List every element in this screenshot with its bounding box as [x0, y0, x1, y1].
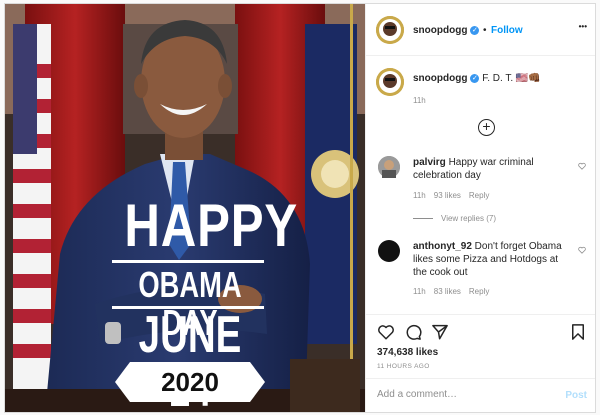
view-replies-label[interactable]: View replies (7): [441, 214, 496, 223]
caption-body: F. D. T. 🇺🇸👊🏾: [479, 73, 541, 84]
comment-reply-button[interactable]: Reply: [469, 287, 489, 296]
author-username-text[interactable]: snoopdogg: [413, 25, 467, 36]
comment-avatar[interactable]: [378, 240, 400, 262]
post-image[interactable]: HAPPY OBAMA DAY JUNE 14 2020: [5, 4, 365, 412]
follow-button[interactable]: Follow: [491, 25, 523, 36]
comment-avatar-image: [378, 156, 400, 178]
comment-like-heart-icon[interactable]: [578, 162, 586, 170]
verified-badge-icon: ✓: [470, 25, 480, 35]
comment-icon[interactable]: [404, 323, 422, 341]
bookmark-icon[interactable]: [569, 323, 587, 341]
view-replies-button[interactable]: View replies (7): [413, 214, 496, 223]
comment-likes[interactable]: 93 likes: [434, 191, 461, 200]
comment-meta: 11h 93 likes Reply: [413, 191, 497, 200]
author-username[interactable]: snoopdogg ✓: [413, 25, 480, 36]
comment-time: 11h: [413, 287, 426, 296]
header-separator: •: [483, 25, 487, 36]
comment-reply-button[interactable]: Reply: [469, 191, 489, 200]
comment-meta: 11h 83 likes Reply: [413, 287, 497, 296]
comment-likes[interactable]: 83 likes: [434, 287, 461, 296]
overlay-line-happy: HAPPY: [124, 192, 299, 259]
instagram-post-modal: HAPPY OBAMA DAY JUNE 14 2020 snoopdogg✓ …: [4, 3, 596, 413]
comment-like-heart-icon[interactable]: [578, 246, 586, 254]
heart-icon[interactable]: [377, 323, 395, 341]
post-comment-button[interactable]: Post: [565, 390, 587, 401]
view-replies-line: [413, 218, 433, 220]
post-header: snoopdogg ✓ • Follow •••: [366, 4, 595, 56]
caption-time: 11h: [413, 96, 426, 105]
comment-avatar[interactable]: [378, 156, 400, 178]
comment-time: 11h: [413, 191, 426, 200]
caption-username[interactable]: snoopdogg: [413, 73, 467, 84]
add-comment-bar: Post: [366, 378, 595, 412]
likes-count[interactable]: 374,638 likes: [377, 347, 438, 358]
comment-text: palvirg Happy war criminal celebration d…: [413, 156, 573, 182]
more-options-icon[interactable]: •••: [579, 22, 587, 31]
caption-avatar-image: [376, 68, 404, 96]
post-actions: 374,638 likes 11 HOURS AGO: [366, 314, 595, 378]
comment-text: anthonyt_92 Don't forget Obama likes som…: [413, 240, 573, 279]
load-more-comments-icon[interactable]: +: [478, 119, 495, 136]
post-sidebar: snoopdogg ✓ • Follow ••• snoopdogg ✓ F. D.…: [365, 4, 595, 412]
share-icon[interactable]: [431, 323, 449, 341]
overlay-line-year: 2020: [161, 367, 219, 397]
author-avatar[interactable]: [376, 16, 404, 44]
comment-username[interactable]: anthonyt_92: [413, 241, 472, 252]
caption-text: snoopdogg ✓ F. D. T. 🇺🇸👊🏾: [413, 73, 541, 84]
comment-username[interactable]: palvirg: [413, 157, 446, 168]
us-flag: [13, 24, 51, 394]
overlay-rule-1: [112, 260, 264, 263]
caption-author-avatar[interactable]: [376, 68, 404, 96]
avatar-image: [376, 16, 404, 44]
posted-time: 11 HOURS AGO: [377, 363, 430, 370]
add-comment-input[interactable]: [377, 389, 547, 400]
